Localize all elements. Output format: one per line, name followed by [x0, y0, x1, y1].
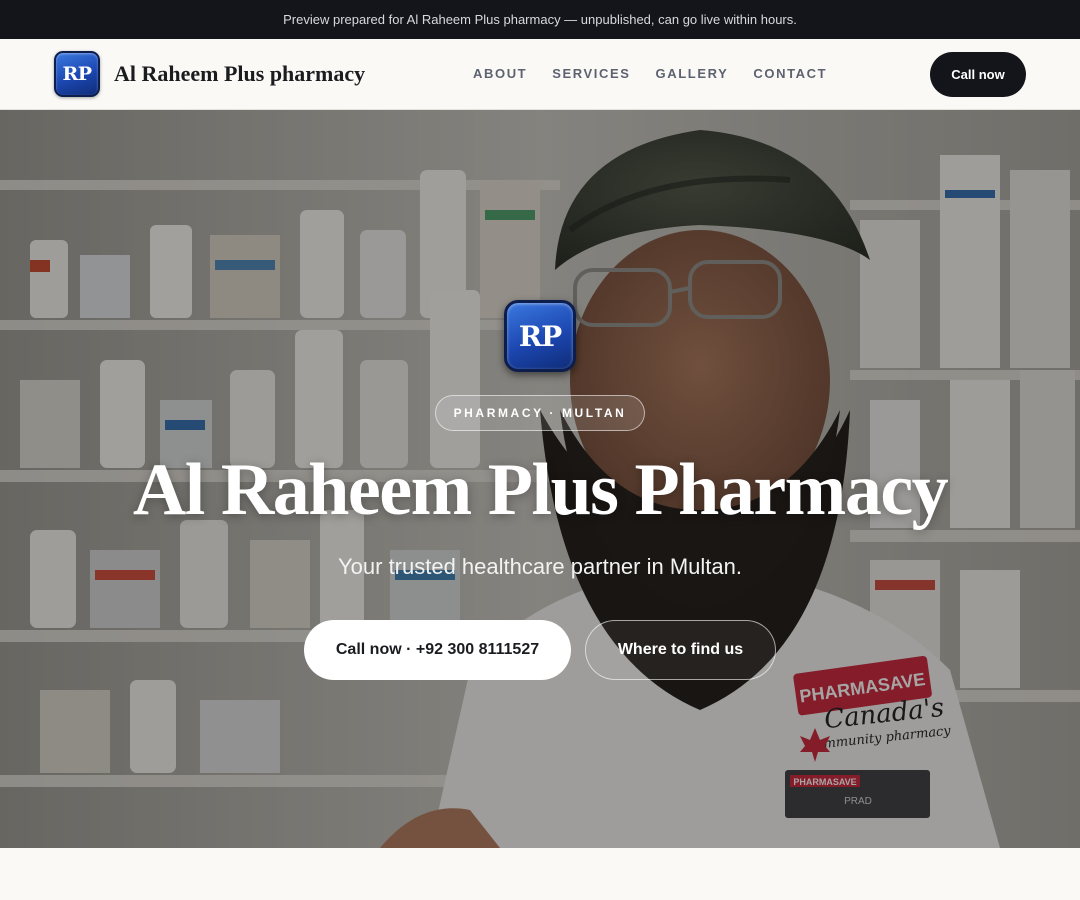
header-call-button[interactable]: Call now	[930, 52, 1026, 97]
logo-badge[interactable]: RP	[54, 51, 100, 97]
nav-link-services[interactable]: SERVICES	[552, 66, 630, 81]
hero-subtitle: Your trusted healthcare partner in Multa…	[338, 554, 742, 579]
announcement-bar: Preview prepared for Al Raheem Plus phar…	[0, 0, 1080, 39]
hero-call-button[interactable]: Call now · +92 300 8111527	[304, 620, 571, 680]
main-nav: ABOUT SERVICES GALLERY CONTACT	[473, 66, 827, 81]
hero-logo-text: RP	[518, 319, 562, 353]
announcement-text: Preview prepared for Al Raheem Plus phar…	[283, 12, 797, 27]
logo-text: RP	[62, 63, 92, 85]
hero-section: PHARMASAVE Canada's community pharmacy P…	[0, 110, 1080, 848]
brand-name[interactable]: Al Raheem Plus pharmacy	[114, 61, 365, 87]
hero-title: Al Raheem Plus Pharmacy	[132, 449, 949, 531]
hero-logo-badge: RP	[504, 300, 576, 372]
nav-link-gallery[interactable]: GALLERY	[656, 66, 729, 81]
nav-link-contact[interactable]: CONTACT	[753, 66, 827, 81]
hero-eyebrow: PHARMACY · MULTAN	[435, 395, 645, 431]
nav-link-about[interactable]: ABOUT	[473, 66, 527, 81]
where-to-find-us-button[interactable]: Where to find us	[585, 620, 776, 680]
site-header: RP Al Raheem Plus pharmacy ABOUT SERVICE…	[0, 39, 1080, 110]
